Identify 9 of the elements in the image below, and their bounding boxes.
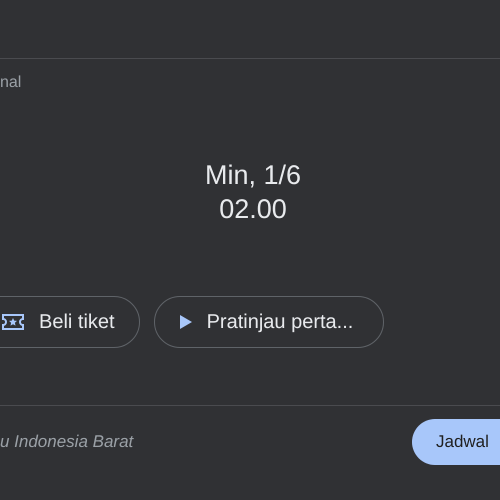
preview-button[interactable]: Pratinjau perta... <box>154 296 384 348</box>
ticket-icon <box>1 312 25 332</box>
event-time: 02.00 <box>219 193 287 226</box>
schedule-button[interactable]: Jadwal <box>412 419 500 465</box>
event-date: Min, 1/6 <box>204 159 302 192</box>
play-icon <box>178 314 193 330</box>
section-label: nal <box>0 73 22 93</box>
timezone-note: u Indonesia Barat <box>0 431 134 454</box>
buy-ticket-button[interactable]: Beli tiket <box>0 296 140 348</box>
